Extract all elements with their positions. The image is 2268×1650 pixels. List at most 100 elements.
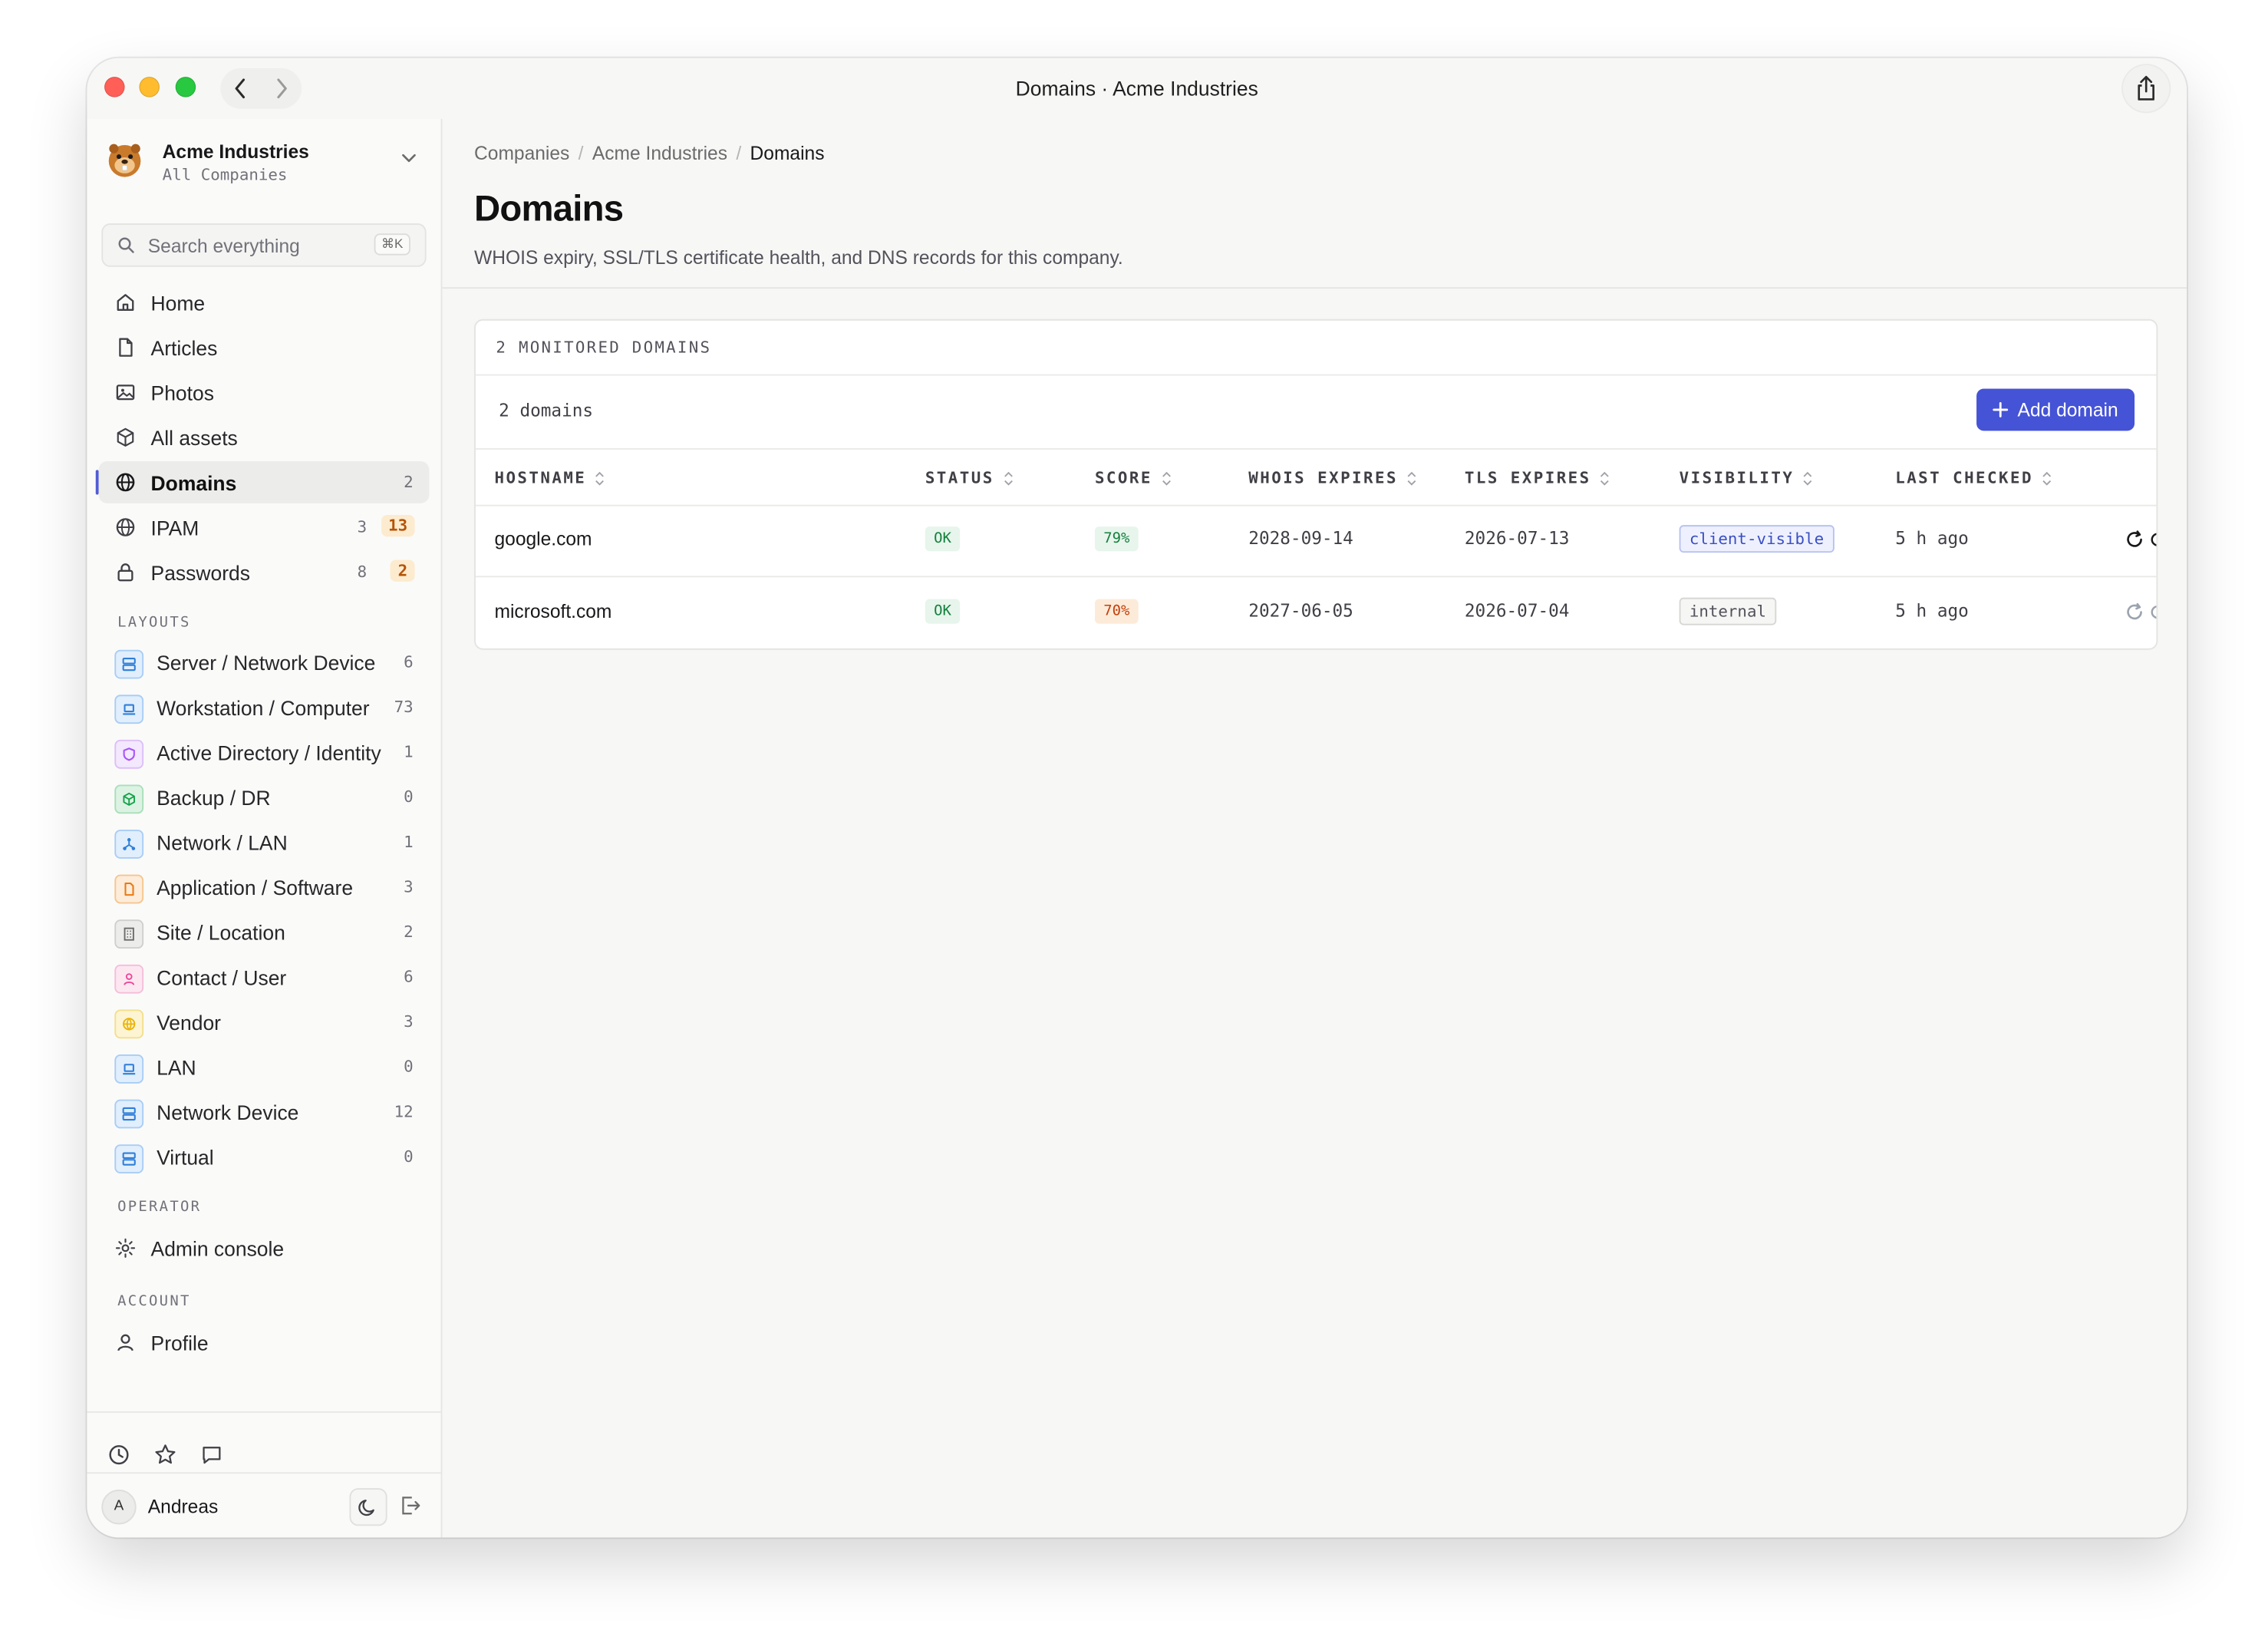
theme-toggle-button[interactable]: [349, 1488, 387, 1526]
nav-item-all-assets[interactable]: All assets: [99, 416, 430, 458]
score-badge: 79%: [1094, 526, 1139, 552]
search-placeholder: Search everything: [147, 235, 300, 257]
sort-icon: [1162, 471, 1171, 486]
breadcrumb: Companies / Acme Industries / Domains: [474, 142, 825, 164]
divider: [87, 1472, 441, 1474]
nav-count: 2: [404, 473, 414, 492]
nav-item-admin-console[interactable]: Admin console: [99, 1227, 430, 1269]
hostname-cell[interactable]: google.com: [494, 528, 592, 549]
star-icon[interactable]: [152, 1442, 178, 1468]
nav-item-photos[interactable]: Photos: [99, 371, 430, 414]
nav-label: Home: [150, 291, 206, 315]
alert-badge: 2: [391, 559, 415, 582]
layout-label: Server / Network Device: [157, 651, 376, 675]
user-icon: [114, 964, 144, 994]
layout-item-site[interactable]: Site / Location 2: [99, 911, 430, 953]
nav-item-ipam[interactable]: IPAM 3 13: [99, 507, 430, 549]
nav-item-profile[interactable]: Profile: [99, 1322, 430, 1364]
nav-item-passwords[interactable]: Passwords 8 2: [99, 551, 430, 593]
title-bar: Domains · Acme Industries: [87, 58, 2187, 119]
layout-count: 0: [404, 787, 414, 807]
layout-count: 73: [394, 698, 414, 717]
layout-count: 3: [404, 1012, 414, 1031]
history-icon[interactable]: [106, 1442, 132, 1468]
domain-count: 2 domains: [499, 400, 594, 421]
breadcrumb-companies[interactable]: Companies: [474, 142, 569, 163]
layout-item-vendor[interactable]: Vendor 3: [99, 1001, 430, 1043]
layout-count: 1: [404, 742, 414, 762]
layout-label: Contact / User: [157, 965, 287, 989]
layout-item-workstation[interactable]: Workstation / Computer 73: [99, 686, 430, 728]
layout-count: 0: [404, 1057, 414, 1077]
column-header-hostname[interactable]: HOSTNAME: [494, 468, 605, 487]
breadcrumb-company[interactable]: Acme Industries: [592, 142, 727, 163]
layout-item-backup[interactable]: Backup / DR 0: [99, 776, 430, 818]
layout-count: 12: [394, 1102, 414, 1121]
sort-icon: [1004, 471, 1013, 486]
cube-icon: [114, 784, 144, 814]
visibility-badge: client-visible: [1679, 525, 1835, 553]
operator-section-label: OPERATOR: [117, 1200, 202, 1216]
user-name: Andreas: [147, 1495, 219, 1517]
layout-item-virtual[interactable]: Virtual 0: [99, 1136, 430, 1178]
refresh-icon[interactable]: [2123, 528, 2146, 551]
company-switcher[interactable]: Acme Industries All Companies: [101, 134, 426, 194]
moon-icon: [358, 1500, 374, 1516]
layout-item-active-directory[interactable]: Active Directory / Identity 1: [99, 731, 430, 774]
server-icon: [114, 1144, 144, 1174]
hostname-cell[interactable]: microsoft.com: [494, 600, 612, 622]
gear-icon: [115, 1238, 136, 1258]
column-header-status[interactable]: STATUS: [925, 468, 1013, 487]
layout-label: Virtual: [157, 1146, 214, 1170]
main-content: Companies / Acme Industries / Domains Domain…: [442, 118, 2187, 1538]
logout-icon[interactable]: [397, 1493, 424, 1519]
comment-icon[interactable]: [199, 1442, 225, 1468]
document-icon: [114, 874, 144, 904]
search-icon: [118, 237, 134, 253]
column-header-visibility[interactable]: VISIBILITY: [1680, 468, 1813, 487]
sort-icon: [1407, 471, 1416, 486]
laptop-icon: [114, 1054, 144, 1084]
refresh-icon[interactable]: [2123, 600, 2146, 623]
layout-item-contact[interactable]: Contact / User 6: [99, 956, 430, 998]
layout-count: 1: [404, 832, 414, 852]
column-header-tls-expires[interactable]: TLS EXPIRES: [1465, 468, 1610, 487]
company-scope: All Companies: [162, 165, 288, 185]
lock-icon: [117, 563, 134, 582]
status-badge: OK: [925, 526, 961, 552]
nav-label: Profile: [150, 1332, 209, 1355]
nav-item-articles[interactable]: Articles: [99, 326, 430, 368]
layout-item-network-lan[interactable]: Network / LAN 1: [99, 821, 430, 863]
share-button[interactable]: [2122, 65, 2170, 112]
page-header: Companies / Acme Industries / Domains Domain…: [442, 119, 2187, 289]
breadcrumb-current: Domains: [750, 142, 825, 164]
table-row[interactable]: google.com OK 79% 2028-09-14 2026-07-13 …: [475, 505, 2158, 578]
page-title: Domains: [474, 188, 624, 229]
column-header-last-checked[interactable]: LAST CHECKED: [1895, 468, 2052, 487]
user-avatar[interactable]: A: [101, 1490, 137, 1525]
column-header-score[interactable]: SCORE: [1095, 468, 1171, 487]
nav-item-domains[interactable]: Domains 2: [95, 461, 430, 503]
layout-item-network-device[interactable]: Network Device 12: [99, 1091, 430, 1133]
add-domain-button[interactable]: Add domain: [1976, 388, 2135, 431]
sort-icon: [1803, 471, 1812, 486]
sidebar: Acme Industries All Companies Search eve…: [87, 118, 443, 1538]
layout-label: Application / Software: [157, 876, 354, 899]
search-input[interactable]: Search everything ⌘K: [101, 223, 427, 267]
column-header-whois-expires[interactable]: WHOIS EXPIRES: [1248, 468, 1416, 487]
server-icon: [114, 649, 144, 679]
nav-item-home[interactable]: Home: [99, 282, 430, 324]
row-actions-icon[interactable]: [2151, 600, 2158, 623]
tls-expires-cell: 2026-07-13: [1464, 527, 1570, 549]
card-header: 2 MONITORED DOMAINS: [475, 321, 2157, 376]
table-row[interactable]: microsoft.com OK 70% 2027-06-05 2026-07-…: [475, 577, 2158, 648]
layout-item-application[interactable]: Application / Software 3: [99, 866, 430, 908]
alert-badge: 13: [381, 514, 415, 537]
tls-expires-cell: 2026-07-04: [1464, 600, 1570, 621]
shield-icon: [114, 739, 144, 769]
layout-item-lan[interactable]: LAN 0: [99, 1046, 430, 1088]
row-actions-icon[interactable]: [2151, 528, 2158, 551]
layout-item-server[interactable]: Server / Network Device 6: [99, 641, 430, 683]
plus-icon: [1993, 402, 2009, 417]
page-subtitle: WHOIS expiry, SSL/TLS certificate health…: [474, 246, 1123, 269]
